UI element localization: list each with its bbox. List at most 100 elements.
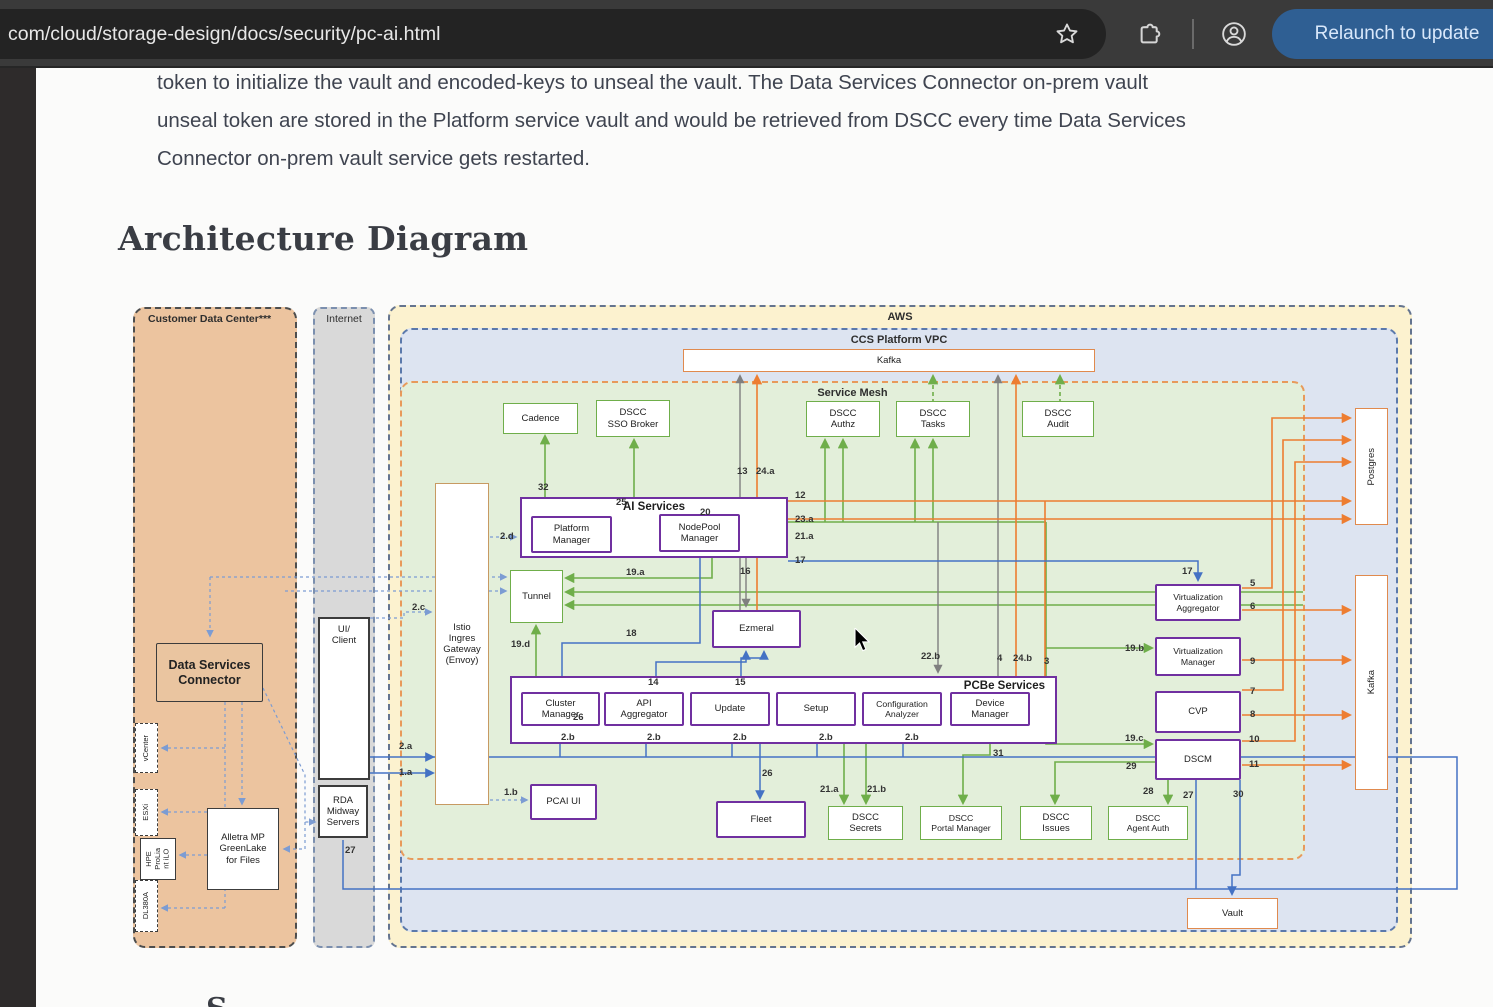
diagram-node-dscc-audit: DSCC Audit	[1022, 401, 1094, 437]
diagram-edge-label: 17	[1182, 566, 1193, 577]
diagram-region-label: Service Mesh	[402, 387, 1303, 399]
diagram-edge-label: 14	[648, 677, 659, 688]
diagram-node-data-services-connector: Data Services Connector	[156, 643, 263, 702]
diagram-edge-label: 19.a	[626, 567, 645, 578]
diagram-node-nodepool-manager: NodePool Manager	[659, 514, 740, 552]
diagram-edge-label: 32	[538, 482, 549, 493]
diagram-node-postgres: Postgres	[1355, 408, 1388, 525]
diagram-edge-label: 1.b	[504, 787, 518, 798]
diagram-region-label: Internet	[315, 313, 373, 325]
diagram-edge-label: 25	[616, 497, 627, 508]
diagram-node-label: Kafka	[1366, 670, 1377, 694]
diagram-node-label: DSCC SSO Broker	[608, 407, 659, 429]
diagram-node-label: DL380A	[142, 892, 151, 919]
bookmark-star-icon[interactable]	[1042, 9, 1092, 59]
diagram-node-label: Virtualization Aggregator	[1173, 592, 1223, 613]
diagram-node-label: Device Manager	[971, 698, 1009, 720]
diagram-edge-label: 31	[993, 748, 1004, 759]
diagram-node-label: RDA Midway Servers	[327, 795, 360, 829]
diagram-node-vcenter: vCenter	[135, 723, 158, 773]
diagram-edge-label: 21.b	[867, 784, 886, 795]
diagram-node-label: Virtualization Manager	[1173, 646, 1223, 667]
diagram-node-dscc-agent-auth: DSCC Agent Auth	[1108, 806, 1188, 840]
diagram-node-label: Setup	[804, 703, 829, 714]
extensions-icon[interactable]	[1124, 9, 1174, 59]
diagram-edge-label: 9	[1250, 656, 1255, 667]
diagram-node-hpe-proliant-ilo: HPE ProLia nt iLO	[140, 838, 176, 880]
diagram-region-label: Customer Data Center***	[148, 313, 271, 325]
diagram-node-label: API Aggregator	[620, 698, 667, 720]
diagram-edge-label: 23.a	[795, 514, 814, 525]
diagram-node-dscc-portal-manager: DSCC Portal Manager	[920, 806, 1002, 840]
diagram-edge-label: 15	[735, 677, 746, 688]
diagram-node-cvp: CVP	[1155, 691, 1241, 733]
diagram-node-label: Ezmeral	[739, 623, 774, 634]
diagram-node-label: ESXi	[142, 804, 151, 821]
diagram-node-label: Platform Manager	[553, 523, 591, 545]
diagram-node-kafka-top: Kafka	[683, 349, 1095, 372]
diagram-edge-label: 18	[626, 628, 637, 639]
diagram-edge-label: 29	[1126, 761, 1137, 772]
diagram-node-dscm: DSCM	[1155, 739, 1241, 780]
diagram-edge-label: 2.c	[412, 602, 425, 613]
diagram-node-label: DSCC Issues	[1042, 812, 1069, 834]
diagram-edge-label: 2.b	[905, 732, 919, 743]
diagram-node-label: Kafka	[877, 355, 901, 366]
diagram-edge-label: 8	[1250, 709, 1255, 720]
diagram-node-dscc-tasks: DSCC Tasks	[896, 401, 970, 437]
diagram-node-label: DSCC Secrets	[849, 812, 881, 834]
diagram-edge-label: 19.b	[1125, 643, 1144, 654]
diagram-node-esxi: ESXi	[135, 789, 158, 836]
diagram-edge-label: 26	[573, 712, 584, 723]
profile-icon[interactable]	[1209, 9, 1259, 59]
diagram-node-setup: Setup	[776, 692, 856, 726]
diagram-node-dscc-secrets: DSCC Secrets	[828, 806, 903, 840]
diagram-node-virtualization-manager: Virtualization Manager	[1155, 637, 1241, 676]
diagram-node-label: CVP	[1188, 706, 1208, 717]
mouse-cursor	[852, 628, 874, 657]
diagram-node-vault: Vault	[1187, 898, 1278, 929]
diagram-edge-label: 13	[737, 466, 748, 477]
diagram-node-label: NodePool Manager	[679, 522, 721, 544]
diagram-node-label: Update	[715, 703, 746, 714]
diagram-node-label: Istio Ingres Gateway (Envoy)	[443, 622, 481, 667]
url-bar[interactable]: com/cloud/storage-design/docs/security/p…	[0, 9, 1106, 59]
diagram-edge-label: 3	[1044, 656, 1049, 667]
diagram-edge-label: 1.a	[399, 767, 412, 778]
diagram-node-ui-client: UI/ Client	[318, 617, 370, 780]
diagram-node-label: DSCC Agent Auth	[1127, 813, 1170, 834]
diagram-node-istio-ingres-gateway: Istio Ingres Gateway (Envoy)	[435, 483, 489, 805]
diagram-edge-label: 21.a	[820, 784, 839, 795]
diagram-node-label: DSCC Tasks	[920, 408, 947, 430]
diagram-edge-label: 26	[762, 768, 773, 779]
diagram-edge-label: 21.a	[795, 531, 814, 542]
diagram-node-alletra-mp-greenlake: Alletra MP GreenLake for Files	[207, 808, 279, 890]
diagram-node-configuration-analyzer: Configuration Analyzer	[862, 692, 942, 726]
diagram-node-label: Vault	[1222, 908, 1243, 919]
diagram-node-label: vCenter	[142, 735, 151, 761]
diagram-node-pcai-ui: PCAI UI	[530, 784, 597, 820]
diagram-edge-label: 24.a	[756, 466, 775, 477]
diagram-node-label: Postgres	[1366, 448, 1377, 486]
diagram-node-dscc-sso-broker: DSCC SSO Broker	[596, 400, 670, 437]
diagram-node-virtualization-aggregator: Virtualization Aggregator	[1155, 584, 1241, 621]
diagram-node-label: Tunnel	[522, 591, 551, 602]
diagram-region-label: AWS	[390, 311, 1410, 323]
diagram-edge-label: 22.b	[921, 651, 940, 662]
diagram-edge-label: 2.b	[733, 732, 747, 743]
diagram-node-dscc-authz: DSCC Authz	[806, 401, 880, 437]
diagram-node-label: Configuration Analyzer	[876, 699, 928, 720]
diagram-node-dl380a: DL380A	[135, 880, 158, 932]
diagram-edge-label: 7	[1250, 686, 1255, 697]
diagram-edge-label: 12	[795, 490, 806, 501]
relaunch-to-update-button[interactable]: Relaunch to update	[1272, 9, 1493, 59]
diagram-edge-label: 2.d	[500, 531, 514, 542]
diagram-node-device-manager: Device Manager	[950, 692, 1030, 726]
diagram-node-cadence: Cadence	[503, 403, 578, 434]
diagram-node-update: Update	[690, 692, 770, 726]
diagram-node-ezmeral: Ezmeral	[712, 610, 801, 648]
diagram-node-label: Fleet	[750, 814, 771, 825]
diagram-node-label: HPE ProLia nt iLO	[145, 848, 172, 870]
diagram-node-dscc-issues: DSCC Issues	[1020, 806, 1092, 840]
diagram-edge-label: 2.b	[647, 732, 661, 743]
